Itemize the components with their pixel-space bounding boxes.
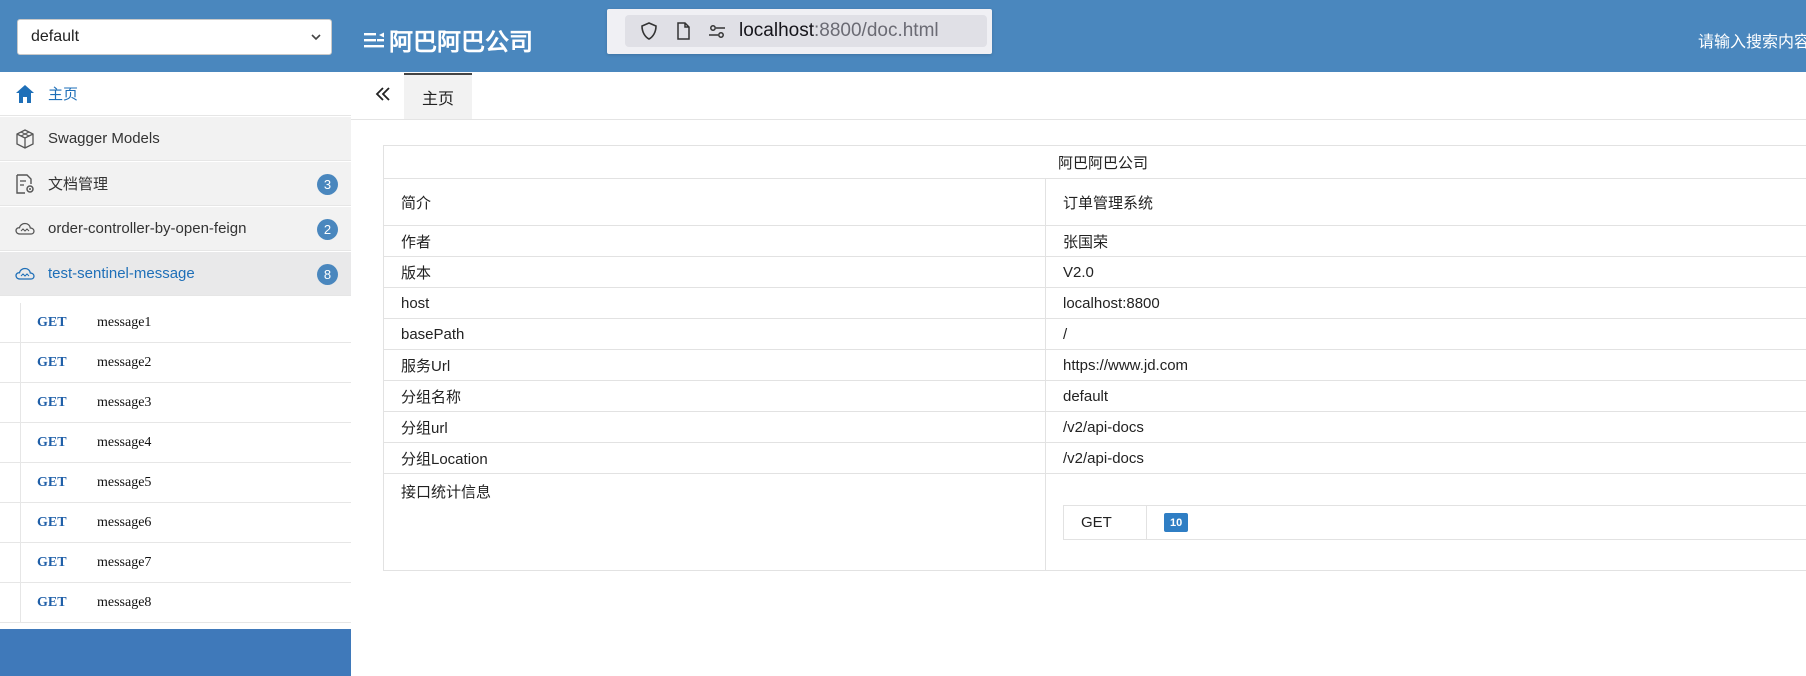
row-key: host [383, 287, 1046, 319]
row-key: 分组Location [383, 442, 1046, 474]
row-key: 分组url [383, 411, 1046, 443]
table-row-stats: 接口统计信息 GET 10 [383, 473, 1806, 571]
count-badge: 2 [317, 219, 338, 240]
api-path: message7 [97, 554, 152, 570]
sidebar-item-swagger-models[interactable]: Swagger Models [0, 117, 351, 161]
method-stats-table: GET 10 [1063, 505, 1806, 540]
row-key: 作者 [383, 225, 1046, 257]
api-item-message8[interactable]: GET message8 [0, 583, 351, 623]
table-row: 分组url /v2/api-docs [383, 411, 1806, 443]
stats-cell: GET 10 [1045, 473, 1806, 571]
url-host: localhost [739, 20, 814, 41]
api-item-message6[interactable]: GET message6 [0, 503, 351, 543]
api-item-message1[interactable]: GET message1 [0, 303, 351, 343]
row-key: 版本 [383, 256, 1046, 288]
group-select[interactable]: default [17, 19, 332, 55]
table-row: 版本 V2.0 [383, 256, 1806, 288]
api-path: message4 [97, 434, 152, 450]
api-path: message2 [97, 354, 152, 370]
sidebar-item-label: 文档管理 [48, 176, 109, 193]
top-header: default 阿巴阿巴公司 localhost:8800/doc.html 请… [0, 0, 1806, 72]
sidebar-item-label: order-controller-by-open-feign [48, 220, 247, 237]
table-row: 服务Url https://www.jd.com [383, 349, 1806, 381]
chevron-down-icon [311, 34, 321, 41]
table-row: basePath / [383, 318, 1806, 350]
group-select-value: default [31, 28, 80, 45]
url-field[interactable]: localhost:8800/doc.html [625, 15, 987, 47]
tab-label: 主页 [421, 91, 454, 108]
row-value: V2.0 [1045, 256, 1806, 288]
api-item-message7[interactable]: GET message7 [0, 543, 351, 583]
http-method: GET [37, 594, 67, 610]
cloud-icon [15, 222, 35, 235]
sidebar-footer [0, 629, 351, 676]
site-settings-icon[interactable] [707, 21, 727, 41]
row-value: / [1045, 318, 1806, 350]
tab-bar: 主页 [351, 72, 1806, 120]
browser-url-bar[interactable]: localhost:8800/doc.html [607, 9, 992, 54]
api-item-message3[interactable]: GET message3 [0, 383, 351, 423]
count-badge: 8 [317, 264, 338, 285]
stats-method: GET [1064, 506, 1147, 539]
info-table-title: 阿巴阿巴公司 [383, 145, 1806, 179]
sidebar-item-label: test-sentinel-message [48, 265, 195, 282]
brand: 阿巴阿巴公司 [363, 22, 533, 57]
row-key: basePath [383, 318, 1046, 350]
api-info-table: 阿巴阿巴公司 简介 订单管理系统 作者 张国荣 版本 V2.0 host loc… [383, 145, 1806, 571]
row-key: 分组名称 [383, 380, 1046, 412]
api-path: message1 [97, 314, 152, 330]
table-row: 简介 订单管理系统 [383, 178, 1806, 226]
collapse-sidebar-icon[interactable] [373, 84, 393, 104]
brand-title: 阿巴阿巴公司 [389, 29, 533, 56]
sidebar-item-home[interactable]: 主页 [0, 72, 351, 116]
stats-count-badge: 10 [1164, 513, 1189, 532]
menu-fold-icon[interactable] [363, 29, 385, 51]
row-value: default [1045, 380, 1806, 412]
tab-home[interactable]: 主页 [404, 73, 472, 119]
home-icon [16, 84, 34, 103]
row-value: /v2/api-docs [1045, 442, 1806, 474]
document-settings-icon [16, 173, 34, 194]
api-path: message6 [97, 514, 152, 530]
http-method: GET [37, 314, 67, 330]
row-value: 订单管理系统 [1045, 178, 1806, 226]
api-item-message2[interactable]: GET message2 [0, 343, 351, 383]
url-path: :8800/doc.html [814, 20, 939, 41]
http-method: GET [37, 474, 67, 490]
table-row: 分组Location /v2/api-docs [383, 442, 1806, 474]
http-method: GET [37, 514, 67, 530]
http-method: GET [37, 434, 67, 450]
row-key: 服务Url [383, 349, 1046, 381]
search-input[interactable]: 请输入搜索内容 [1698, 28, 1806, 52]
row-value: 张国荣 [1045, 225, 1806, 257]
count-badge: 3 [317, 174, 338, 195]
api-item-message4[interactable]: GET message4 [0, 423, 351, 463]
http-method: GET [37, 394, 67, 410]
api-path: message8 [97, 594, 152, 610]
sidebar-item-label: Swagger Models [48, 130, 160, 147]
table-row: host localhost:8800 [383, 287, 1806, 319]
table-row: 分组名称 default [383, 380, 1806, 412]
cloud-icon [15, 267, 35, 280]
row-value: /v2/api-docs [1045, 411, 1806, 443]
sidebar-item-label: 主页 [48, 86, 79, 103]
sidebar-item-doc-manage[interactable]: 文档管理 3 [0, 162, 351, 206]
cube-icon [16, 128, 34, 149]
row-key: 简介 [383, 178, 1046, 226]
sidebar: 主页 Swagger Models 文档管理 3 order-controlle… [0, 72, 351, 676]
table-row: 作者 张国荣 [383, 225, 1806, 257]
sidebar-item-test-sentinel[interactable]: test-sentinel-message 8 [0, 252, 351, 296]
row-value: localhost:8800 [1045, 287, 1806, 319]
api-path: message5 [97, 474, 152, 490]
api-item-message5[interactable]: GET message5 [0, 463, 351, 503]
url-text: localhost:8800/doc.html [739, 20, 939, 42]
api-path: message3 [97, 394, 152, 410]
http-method: GET [37, 554, 67, 570]
http-method: GET [37, 354, 67, 370]
row-key: 接口统计信息 [383, 473, 1046, 571]
row-value: https://www.jd.com [1045, 349, 1806, 381]
shield-icon[interactable] [639, 21, 659, 41]
page-icon[interactable] [673, 21, 693, 41]
sidebar-item-order-controller[interactable]: order-controller-by-open-feign 2 [0, 207, 351, 251]
